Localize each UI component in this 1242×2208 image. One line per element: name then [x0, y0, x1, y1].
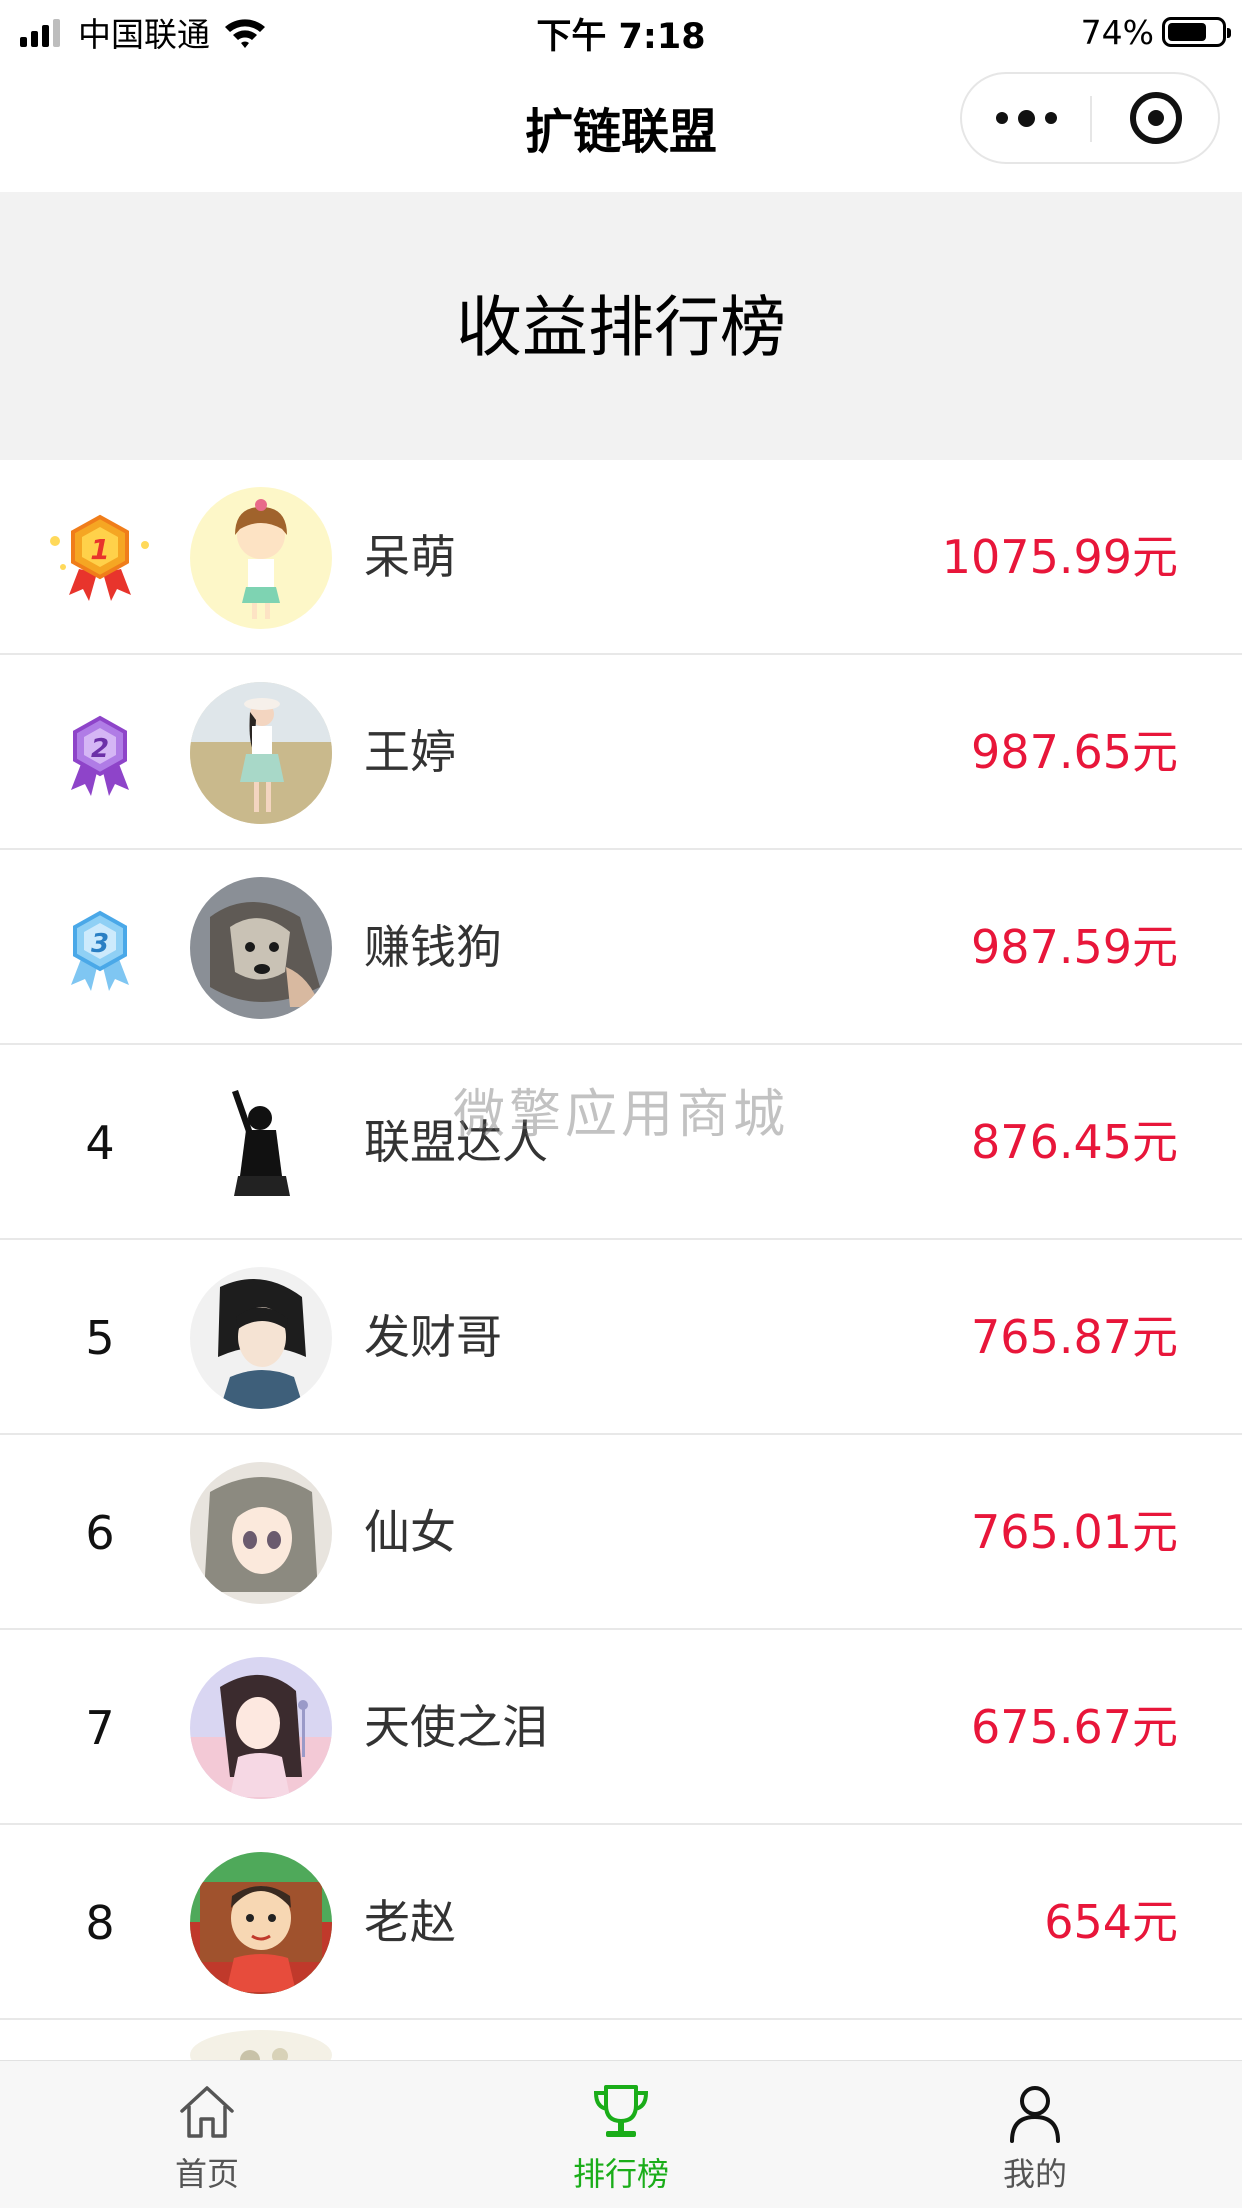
gold-medal-icon: 1 — [50, 514, 149, 601]
leaderboard-row[interactable]: 3 赚钱狗 987.59元 — [0, 850, 1242, 1045]
user-name: 赚钱狗 — [364, 920, 502, 974]
leaderboard-list: 1 呆萌 1075.99元 2 王婷 987.65元 3 赚钱狗 987.59元… — [0, 460, 1242, 2080]
rank-cell: 5 — [40, 1240, 160, 1435]
mini-program-capsule — [960, 72, 1220, 164]
battery-icon — [1162, 17, 1231, 47]
earnings-value: 654元 — [1044, 1895, 1178, 1949]
status-right: 74% — [1080, 10, 1231, 54]
user-name: 天使之泪 — [364, 1700, 548, 1754]
rank-number: 6 — [85, 1505, 115, 1560]
target-circle-icon — [1130, 92, 1182, 144]
more-dots-icon — [991, 109, 1062, 127]
avatar — [190, 487, 332, 629]
rank-number: 5 — [85, 1310, 115, 1365]
svg-text:3: 3 — [91, 929, 109, 959]
user-icon — [1010, 2086, 1060, 2143]
rank-cell: 8 — [40, 1825, 160, 2020]
user-name: 仙女 — [364, 1505, 456, 1559]
tab-bar: 首页 排行榜 我的 — [0, 2060, 1242, 2208]
earnings-value: 765.87元 — [971, 1310, 1178, 1364]
leaderboard-row[interactable]: 4 联盟达人 876.45元 — [0, 1045, 1242, 1240]
rank-number: 4 — [85, 1115, 115, 1170]
avatar — [190, 1462, 332, 1604]
banner-title: 收益排行榜 — [456, 289, 786, 366]
leaderboard-row[interactable]: 7 天使之泪 675.67元 — [0, 1630, 1242, 1825]
tab-label: 我的 — [1002, 2155, 1067, 2193]
rank-cell: 2 — [40, 655, 160, 850]
rank-cell: 3 — [40, 850, 160, 1045]
earnings-value: 987.59元 — [971, 920, 1178, 974]
tab-home[interactable]: 首页 — [0, 2061, 414, 2208]
user-name: 老赵 — [364, 1895, 456, 1949]
rank-cell: 4 — [40, 1045, 160, 1240]
leaderboard-row[interactable]: 5 发财哥 765.87元 — [0, 1240, 1242, 1435]
rank-cell: 6 — [40, 1435, 160, 1630]
earnings-value: 876.45元 — [971, 1115, 1178, 1169]
svg-text:1: 1 — [90, 533, 109, 566]
silver-medal-icon: 2 — [71, 715, 129, 796]
earnings-value: 987.65元 — [971, 725, 1178, 779]
earnings-value: 675.67元 — [971, 1700, 1178, 1754]
rank-cell: 1 — [40, 460, 160, 655]
leaderboard-banner: 收益排行榜 — [0, 192, 1242, 460]
tab-label: 排行榜 — [572, 2155, 669, 2193]
tab-mine[interactable]: 我的 — [828, 2061, 1242, 2208]
more-button[interactable] — [962, 74, 1090, 162]
avatar — [190, 1657, 332, 1799]
battery-fill — [1168, 23, 1206, 41]
close-button[interactable] — [1092, 74, 1220, 162]
user-name: 王婷 — [364, 725, 456, 779]
leaderboard-row[interactable]: 1 呆萌 1075.99元 — [0, 460, 1242, 655]
leaderboard-row[interactable]: 2 王婷 987.65元 — [0, 655, 1242, 850]
status-time: 下午 7:18 — [536, 17, 706, 57]
avatar — [190, 1852, 332, 1994]
user-name: 呆萌 — [364, 530, 456, 584]
user-name: 发财哥 — [364, 1310, 502, 1364]
avatar — [190, 877, 332, 1019]
rank-cell: 7 — [40, 1630, 160, 1825]
avatar — [190, 1267, 332, 1409]
leaderboard-row[interactable]: 8 老赵 654元 — [0, 1825, 1242, 2020]
tab-ranking[interactable]: 排行榜 — [414, 2061, 828, 2208]
bronze-medal-icon: 3 — [71, 910, 129, 991]
user-name: 联盟达人 — [364, 1115, 548, 1169]
trophy-icon — [593, 2085, 649, 2137]
tab-label: 首页 — [174, 2155, 239, 2193]
screen: 中国联通 下午 7:18 74% 扩链联盟 收益排行榜 1 呆萌 1075.99… — [0, 0, 1242, 2208]
rank-number: 7 — [85, 1700, 115, 1755]
earnings-value: 765.01元 — [971, 1505, 1178, 1559]
avatar — [190, 682, 332, 824]
battery-percent: 74% — [1080, 12, 1154, 52]
home-icon — [180, 2086, 234, 2138]
earnings-value: 1075.99元 — [941, 530, 1178, 584]
avatar — [190, 1072, 332, 1214]
status-bar: 中国联通 下午 7:18 74% — [0, 0, 1242, 64]
leaderboard-row[interactable]: 6 仙女 765.01元 — [0, 1435, 1242, 1630]
nav-bar: 扩链联盟 — [0, 64, 1242, 192]
svg-text:2: 2 — [91, 734, 109, 764]
rank-number: 8 — [85, 1895, 115, 1950]
